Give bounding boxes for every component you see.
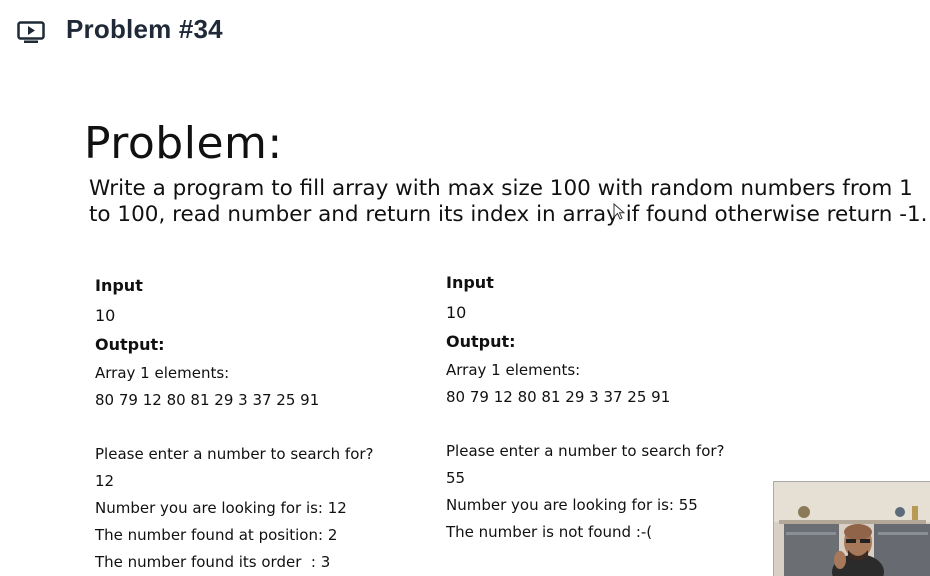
mouse-cursor-icon <box>613 203 626 220</box>
presenter-webcam <box>773 481 930 576</box>
array-label: Array 1 elements: <box>446 361 581 379</box>
entered-number: 12 <box>95 472 115 490</box>
looking-for-line: Number you are looking for is: 55 <box>446 496 698 514</box>
input-label: Input <box>446 273 494 292</box>
output-label: Output: <box>446 332 516 351</box>
problem-statement: Write a program to fill array with max s… <box>89 176 928 227</box>
play-video-icon[interactable] <box>17 21 45 43</box>
result-line-1: The number found at position: 2 <box>95 526 338 544</box>
array-label: Array 1 elements: <box>95 364 230 382</box>
entered-number: 55 <box>446 469 466 487</box>
result-line-1: The number is not found :-( <box>446 523 653 541</box>
search-prompt: Please enter a number to search for? <box>446 442 725 460</box>
array-values: 80 79 12 80 81 29 3 37 25 91 <box>95 391 320 409</box>
input-value: 10 <box>446 303 467 322</box>
webcam-image <box>774 482 930 576</box>
video-header: Problem #34 <box>0 0 930 60</box>
video-title: Problem #34 <box>66 14 223 44</box>
slide-heading: Problem: <box>84 118 283 169</box>
result-line-2: The number found its order : 3 <box>95 553 331 571</box>
array-values: 80 79 12 80 81 29 3 37 25 91 <box>446 388 671 406</box>
input-label: Input <box>95 276 143 295</box>
output-label: Output: <box>95 335 165 354</box>
looking-for-line: Number you are looking for is: 12 <box>95 499 347 517</box>
input-value: 10 <box>95 306 116 325</box>
search-prompt: Please enter a number to search for? <box>95 445 374 463</box>
